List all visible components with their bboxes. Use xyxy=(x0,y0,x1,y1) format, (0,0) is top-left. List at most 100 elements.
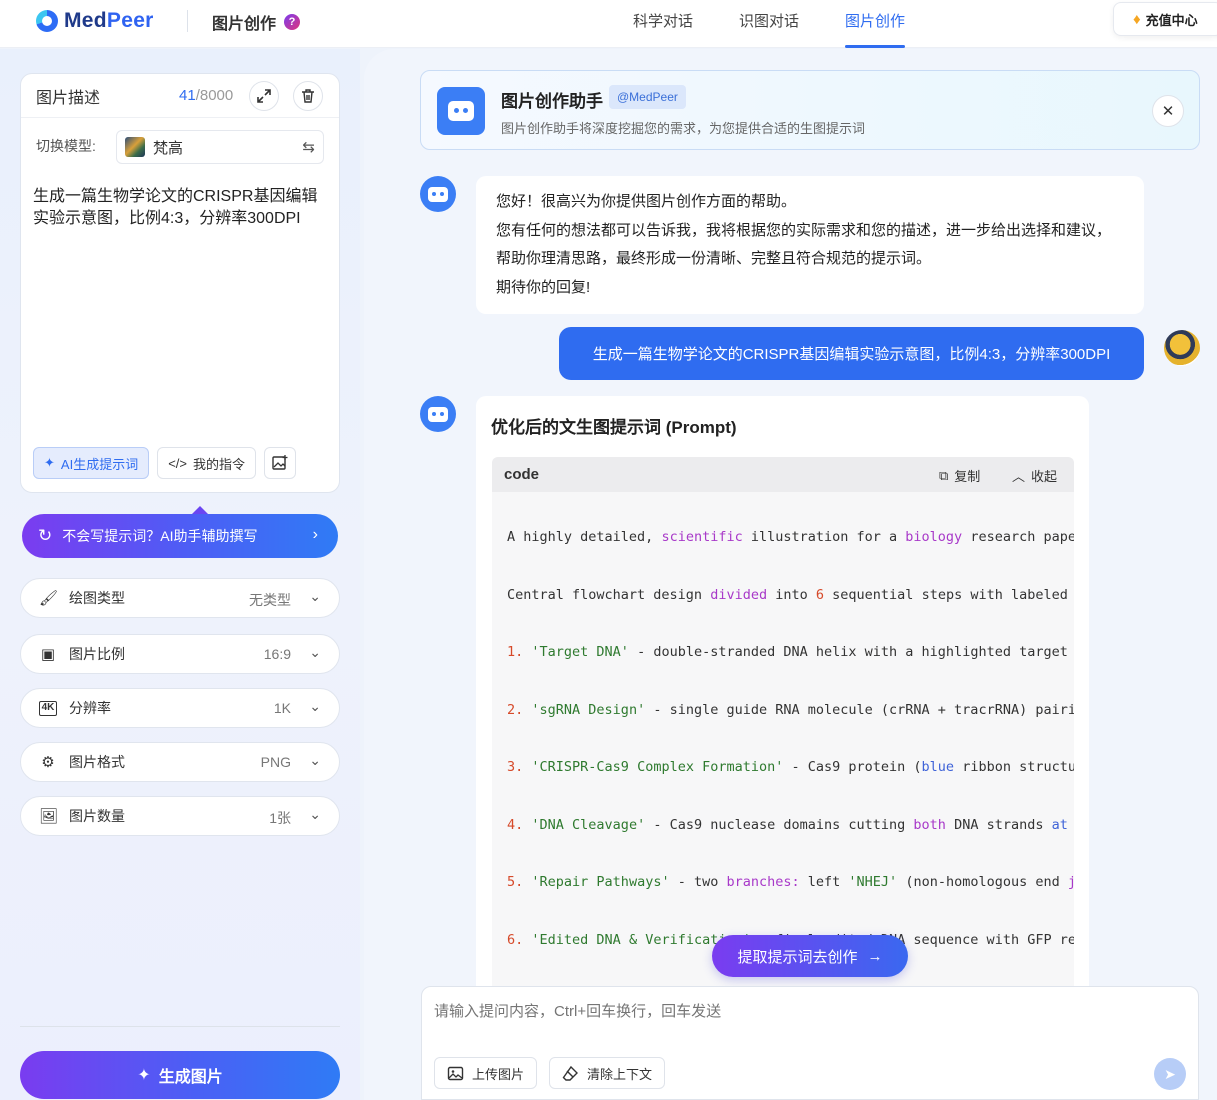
robot-icon xyxy=(428,186,448,202)
greeting-line: 您好！很高兴为你提供图片创作方面的帮助。 xyxy=(496,193,797,210)
code-line: 4. 'DNA Cleavage' - Cas9 nuclease domain… xyxy=(507,816,1068,833)
logo-text-peer: Peer xyxy=(106,9,154,32)
ai-generate-prompt-button[interactable]: ✦ AI生成提示词 xyxy=(33,447,150,479)
diamond-icon: ♦ xyxy=(1133,10,1141,28)
chat-input[interactable] xyxy=(434,1003,1174,1020)
generate-label: 生成图片 xyxy=(158,1069,223,1086)
greeting-line: 您有任何的想法都可以告诉我，我将根据您的实际需求和您的描述，进一步给出选择和建议… xyxy=(496,221,1112,268)
main-nav: 科学对话 识图对话 图片创作 xyxy=(633,0,951,48)
model-select[interactable]: 梵高 ⇆ xyxy=(116,130,324,164)
bot-avatar xyxy=(437,87,485,135)
code-line: Central flowchart design divided into 6 … xyxy=(507,586,1074,603)
tab-image-chat[interactable]: 识图对话 xyxy=(739,0,799,48)
assistant-tag: @MedPeer xyxy=(609,85,686,109)
tab-science-chat[interactable]: 科学对话 xyxy=(633,0,693,48)
recharge-label: 充值中心 xyxy=(1145,12,1198,28)
description-actions: ✦ AI生成提示词 </> 我的指令 xyxy=(33,447,297,479)
option-image-count[interactable]: 🖼 图片数量 1张 ⌄ xyxy=(20,796,340,836)
collapse-label: 收起 xyxy=(1031,469,1058,484)
chevron-down-icon: ⌄ xyxy=(309,752,321,768)
trash-icon xyxy=(302,89,314,103)
description-title: 图片描述 xyxy=(36,89,101,107)
chevron-right-icon: › xyxy=(312,526,318,543)
option-image-format[interactable]: ⚙ 图片格式 PNG ⌄ xyxy=(20,742,340,782)
model-label: 切换模型: xyxy=(36,138,96,154)
code-icon: </> xyxy=(168,455,187,471)
left-sidebar: 图片描述 41/8000 切换模型: 梵高 ⇆ 生成一篇生物学论文的CRISPR… xyxy=(0,49,360,1100)
bot-message-avatar xyxy=(420,396,456,432)
clear-context-label: 清除上下文 xyxy=(587,1066,653,1082)
extract-prompt-button[interactable]: 提取提示词去创作 → xyxy=(712,935,908,977)
generate-image-button[interactable]: ✦ 生成图片 xyxy=(20,1051,340,1099)
option-value: 无类型 xyxy=(249,592,291,608)
close-icon: ✕ xyxy=(1161,103,1175,120)
input-actions: 上传图片 清除上下文 xyxy=(434,1057,666,1089)
chevron-down-icon: ⌄ xyxy=(309,806,321,822)
help-icon[interactable]: ? xyxy=(284,14,301,30)
assistant-name: 图片创作助手 xyxy=(501,92,603,111)
option-value: PNG xyxy=(260,754,291,770)
ai-assist-label: 不会写提示词？AI助手辅助撰写 xyxy=(62,528,258,544)
code-line: A highly detailed, scientific illustrati… xyxy=(507,529,1074,545)
code-language: code xyxy=(504,466,540,483)
expand-button[interactable] xyxy=(249,81,279,111)
code-line: 1. 'Target DNA' - double-stranded DNA he… xyxy=(507,644,1074,660)
format-icon: ⚙ xyxy=(41,754,55,771)
app-title: 图片创作 ? xyxy=(212,10,301,34)
description-header: 图片描述 41/8000 xyxy=(21,74,339,118)
copy-icon: ⧉ xyxy=(939,467,949,483)
sidebar-divider xyxy=(20,1026,340,1027)
close-button[interactable]: ✕ xyxy=(1152,95,1184,127)
extract-label: 提取提示词去创作 xyxy=(737,948,858,966)
option-label: 图片数量 xyxy=(69,808,125,824)
arrow-right-icon: → xyxy=(867,947,883,965)
clear-context-button[interactable]: 清除上下文 xyxy=(549,1057,666,1089)
model-switch-row: 切换模型: 梵高 ⇆ xyxy=(21,120,339,172)
chat-panel: 图片创作助手 @MedPeer 图片创作助手将深度挖掘您的需求，为您提供合适的生… xyxy=(364,49,1217,1100)
char-count: 41 xyxy=(179,87,196,104)
copy-label: 复制 xyxy=(954,469,981,484)
model-thumbnail xyxy=(125,137,145,157)
brush-icon: 🖌 xyxy=(39,590,59,607)
top-header: MedPeer 图片创作 ? 科学对话 识图对话 图片创作 ♦ 充值中心 xyxy=(0,0,1217,48)
option-label: 绘图类型 xyxy=(69,590,125,606)
upload-label: 上传图片 xyxy=(472,1066,525,1082)
my-commands-button[interactable]: </> 我的指令 xyxy=(157,447,257,479)
chevron-down-icon: ⌄ xyxy=(309,698,321,714)
option-draw-type[interactable]: 🖌 绘图类型 无类型 ⌄ xyxy=(20,578,340,618)
images-icon: 🖼 xyxy=(39,808,59,825)
chevron-down-icon: ⌄ xyxy=(309,588,321,604)
ai-prompt-label: AI生成提示词 xyxy=(60,456,139,472)
chevron-up-icon: ︿ xyxy=(1012,469,1026,484)
image-icon xyxy=(447,1066,464,1080)
recharge-button[interactable]: ♦ 充值中心 xyxy=(1113,2,1217,36)
add-image-icon xyxy=(272,455,288,470)
code-line: 5. 'Repair Pathways' - two branches: lef… xyxy=(507,874,1074,890)
chat-input-box: 上传图片 清除上下文 ➤ xyxy=(421,986,1199,1100)
description-textarea[interactable]: 生成一篇生物学论文的CRISPR基因编辑实验示意图，比例4:3，分辨率300DP… xyxy=(33,186,329,230)
expand-icon xyxy=(257,89,271,103)
copy-button[interactable]: ⧉ 复制 xyxy=(939,466,980,485)
send-icon: ➤ xyxy=(1164,1065,1176,1082)
tab-image-creation[interactable]: 图片创作 xyxy=(845,0,906,48)
option-label: 图片格式 xyxy=(69,754,125,770)
clear-description-button[interactable] xyxy=(293,81,323,111)
collapse-button[interactable]: ︿ 收起 xyxy=(1012,466,1057,485)
assistant-description: 图片创作助手将深度挖掘您的需求，为您提供合适的生图提示词 xyxy=(501,121,866,136)
ratio-icon: ▣ xyxy=(40,646,56,663)
header-divider xyxy=(187,10,188,32)
char-limit: /8000 xyxy=(195,87,234,104)
user-message: 生成一篇生物学论文的CRISPR基因编辑实验示意图，比例4:3，分辨率300DP… xyxy=(559,327,1144,380)
option-resolution[interactable]: 4K 分辨率 1K ⌄ xyxy=(20,688,340,728)
chevron-down-icon: ⌄ xyxy=(309,644,321,660)
refresh-icon: ↻ xyxy=(38,526,53,545)
ai-assist-button[interactable]: ↻ 不会写提示词？AI助手辅助撰写 › xyxy=(22,506,338,558)
my-commands-label: 我的指令 xyxy=(193,456,246,472)
option-image-ratio[interactable]: ▣ 图片比例 16:9 ⌄ xyxy=(20,634,340,674)
upload-image-button[interactable]: 上传图片 xyxy=(434,1057,538,1089)
sparkle-icon: ✦ xyxy=(137,1067,151,1084)
prompt-title: 优化后的文生图提示词 (Prompt) xyxy=(491,418,737,437)
medpeer-logo[interactable]: MedPeer xyxy=(36,9,154,33)
add-image-button[interactable] xyxy=(264,447,297,479)
send-button[interactable]: ➤ xyxy=(1154,1058,1186,1090)
